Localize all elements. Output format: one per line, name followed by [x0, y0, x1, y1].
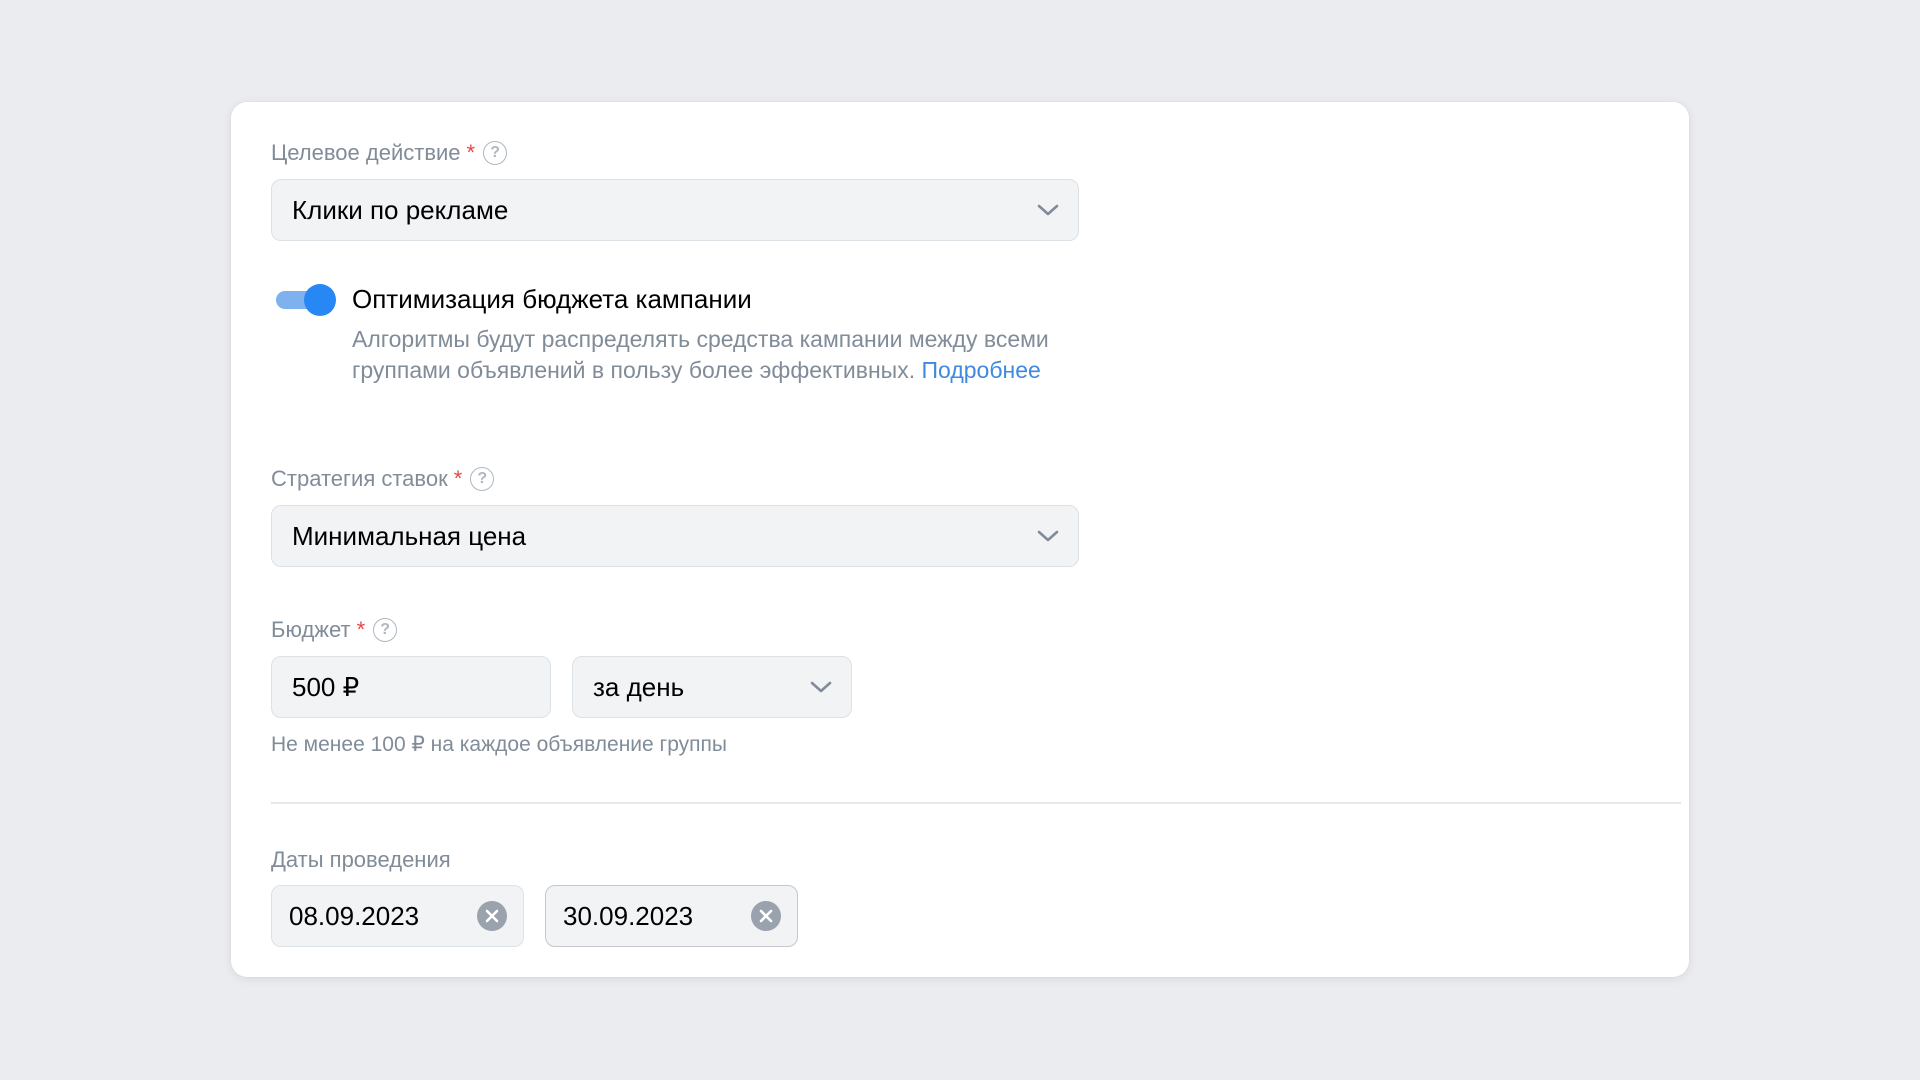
dates-label: Даты проведения [271, 847, 451, 872]
bid-strategy-label: Стратегия ставок [271, 466, 448, 491]
dates-label-row: Даты проведения [271, 847, 451, 873]
target-action-select[interactable]: Клики по рекламе [271, 179, 1079, 241]
end-date-value: 30.09.2023 [563, 900, 694, 931]
budget-period-select[interactable]: за день [572, 656, 852, 718]
required-mark: * [356, 617, 366, 642]
bid-strategy-value: Минимальная цена [292, 520, 527, 551]
required-mark: * [466, 140, 476, 165]
budget-optimization-toggle[interactable] [274, 283, 336, 316]
chevron-down-icon [1036, 198, 1060, 222]
budget-optimization-title: Оптимизация бюджета кампании [352, 284, 752, 314]
budget-label: Бюджет [271, 617, 351, 642]
chevron-down-icon [1036, 524, 1060, 548]
target-action-label: Целевое действие [271, 140, 461, 165]
budget-period-value: за день [593, 671, 685, 702]
start-date-input[interactable]: 08.09.2023 [271, 885, 524, 947]
question-circle-icon[interactable]: ? [483, 141, 508, 165]
end-date-input[interactable]: 30.09.2023 [545, 885, 798, 947]
start-date-value: 08.09.2023 [289, 900, 420, 931]
required-mark: * [453, 466, 463, 491]
campaign-settings-card: Целевое действие * ? Клики по рекламе Оп… [231, 102, 1689, 977]
toggle-knob [304, 284, 336, 316]
learn-more-link[interactable]: Подробнее [922, 357, 1041, 383]
budget-hint: Не менее 100 ₽ на каждое объявление груп… [271, 733, 727, 756]
section-divider [271, 802, 1681, 804]
clear-circle-icon[interactable] [477, 901, 507, 931]
chevron-down-icon [809, 675, 833, 699]
question-circle-icon[interactable]: ? [373, 618, 398, 642]
budget-amount-input[interactable]: 500 ₽ [271, 656, 551, 718]
target-action-label-row: Целевое действие * ? [271, 140, 508, 166]
bid-strategy-label-row: Стратегия ставок * ? [271, 466, 495, 492]
clear-circle-icon[interactable] [751, 901, 781, 931]
budget-optimization-description: Алгоритмы будут распределять средства ка… [352, 324, 1052, 386]
budget-amount-value: 500 ₽ [292, 671, 360, 702]
target-action-value: Клики по рекламе [292, 194, 509, 225]
budget-label-row: Бюджет * ? [271, 617, 398, 643]
bid-strategy-select[interactable]: Минимальная цена [271, 505, 1079, 567]
question-circle-icon[interactable]: ? [470, 467, 495, 491]
